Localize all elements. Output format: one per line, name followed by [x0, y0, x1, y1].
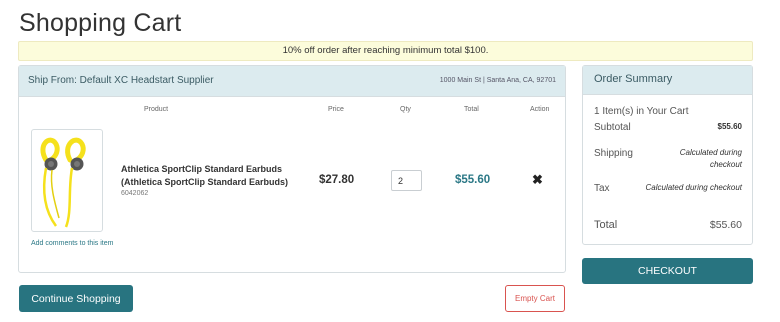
- earbuds-image[interactable]: [31, 129, 103, 232]
- total-value: $55.60: [709, 219, 742, 231]
- tax-label: Tax: [594, 183, 610, 194]
- ship-address: 1000 Main St | Santa Ana, CA, 92701: [439, 77, 556, 84]
- promo-banner: 10% off order after reaching minimum tot…: [18, 41, 753, 61]
- empty-cart-button[interactable]: Empty Cart: [505, 285, 565, 312]
- product-name: Athletica SportClip Standard Earbuds (At…: [121, 164, 289, 187]
- quantity-input[interactable]: [391, 170, 422, 191]
- shipping-value: Calculated during checkout: [679, 148, 742, 169]
- product-sku: 6042062: [121, 190, 149, 197]
- shipping-label: Shipping: [594, 148, 633, 159]
- subtotal-value: $55.60: [717, 122, 742, 131]
- item-count: 1 Item(s) in Your Cart: [594, 106, 689, 117]
- item-price: $27.80: [319, 174, 355, 186]
- tax-value: Calculated during checkout: [645, 183, 742, 192]
- total-label: Total: [594, 219, 618, 231]
- column-header-price: Price: [328, 106, 344, 113]
- cart-panel: Ship From: Default XC Headstart Supplier…: [18, 65, 566, 273]
- order-summary-title: Order Summary: [594, 73, 673, 85]
- column-header-qty: Qty: [400, 106, 411, 113]
- column-header-total: Total: [464, 106, 479, 113]
- page-title: Shopping Cart: [19, 9, 182, 37]
- column-header-product: Product: [144, 106, 169, 113]
- earbuds-icon: [40, 137, 86, 228]
- add-comments-link[interactable]: Add comments to this item: [31, 240, 113, 247]
- remove-item-icon[interactable]: ✖: [532, 172, 543, 188]
- promo-text: 10% off order after reaching minimum tot…: [282, 45, 489, 56]
- subtotal-label: Subtotal: [594, 122, 631, 133]
- continue-shopping-button[interactable]: Continue Shopping: [19, 285, 133, 312]
- ship-from-header: Ship From: Default XC Headstart Supplier…: [19, 66, 565, 97]
- ship-from-label: Ship From: Default XC Headstart Supplier: [28, 75, 214, 86]
- order-summary-panel: Order Summary 1 Item(s) in Your Cart Sub…: [582, 65, 753, 245]
- checkout-button[interactable]: CHECKOUT: [582, 258, 753, 284]
- column-header-action: Action: [530, 106, 550, 113]
- item-total: $55.60: [455, 174, 491, 186]
- order-summary-header: Order Summary: [583, 66, 752, 95]
